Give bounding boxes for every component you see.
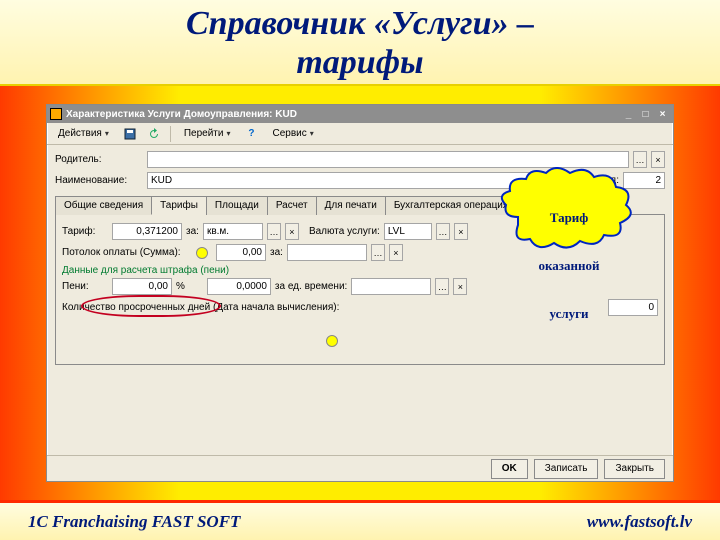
window-title: Характеристика Услуги Домоуправления: KU…: [66, 109, 297, 120]
percent-sign: %: [176, 281, 185, 292]
chevron-down-icon: ▾: [310, 129, 314, 138]
ceiling-marker-icon: [196, 247, 208, 259]
tab-calc[interactable]: Расчет: [267, 196, 317, 215]
maximize-button[interactable]: □: [638, 108, 653, 121]
tab-print[interactable]: Для печати: [316, 196, 386, 215]
toolbar-refresh-icon[interactable]: [144, 125, 164, 143]
tab-general[interactable]: Общие сведения: [55, 196, 152, 215]
peni-per-label: за ед. времени:: [275, 281, 347, 292]
ceiling-unit-field[interactable]: [287, 244, 367, 261]
currency-clear[interactable]: ×: [454, 223, 468, 240]
tab-tariffs[interactable]: Тарифы: [151, 196, 207, 215]
window-footer: OK Записать Закрыть: [47, 455, 673, 481]
parent-lookup-button[interactable]: …: [633, 151, 647, 168]
tariff-per-label: за:: [186, 226, 199, 237]
tariff-unit-clear[interactable]: ×: [285, 223, 299, 240]
slide-title: Справочник «Услуги» – тарифы: [0, 0, 720, 86]
peni-timeunit-clear[interactable]: ×: [453, 278, 467, 295]
tab-areas[interactable]: Площади: [206, 196, 268, 215]
slide-title-line1: Справочник «Услуги» –: [0, 4, 720, 43]
peni-amount-field[interactable]: [207, 278, 271, 295]
name-label: Наименование:: [55, 175, 143, 186]
tariff-unit-lookup[interactable]: …: [267, 223, 281, 240]
ceiling-value-field[interactable]: [216, 244, 266, 261]
tariff-label: Тариф:: [62, 226, 108, 237]
peni-label: Пени:: [62, 281, 108, 292]
peni-timeunit-lookup[interactable]: …: [435, 278, 449, 295]
ceiling-per-label: за:: [270, 247, 283, 258]
parent-field[interactable]: [147, 151, 629, 168]
peni-timeunit-field[interactable]: [351, 278, 431, 295]
ceiling-label: Потолок оплаты (Сумма):: [62, 247, 192, 258]
callout-tariff: Тариф оказанной услуги: [504, 175, 634, 322]
minimize-button[interactable]: _: [621, 108, 636, 121]
save-icon: [124, 128, 136, 140]
tariff-field[interactable]: [112, 223, 182, 240]
footer-left: 1C Franchaising FAST SOFT: [28, 512, 240, 532]
toolbar: Действия ▾ Перейти ▾ ? Сервис ▾: [47, 123, 673, 145]
parent-clear-button[interactable]: ×: [651, 151, 665, 168]
tariff-unit-field[interactable]: [203, 223, 263, 240]
app-window: Характеристика Услуги Домоуправления: KU…: [46, 104, 674, 482]
chevron-down-icon: ▾: [105, 129, 109, 138]
help-icon: ?: [248, 128, 254, 139]
actions-menu[interactable]: Действия ▾: [51, 125, 116, 143]
ok-button[interactable]: OK: [491, 459, 528, 479]
toolbar-save-icon[interactable]: [120, 125, 140, 143]
annotation-dot: [326, 335, 338, 347]
currency-label: Валюта услуги:: [309, 226, 380, 237]
go-menu[interactable]: Перейти ▾: [177, 125, 238, 143]
slide-footer: 1C Franchaising FAST SOFT www.fastsoft.l…: [0, 500, 720, 540]
tab-content: Тариф: за: … × Валюта услуги: … × Потоло…: [55, 215, 665, 365]
highlight-oval: [81, 295, 221, 317]
ceiling-unit-clear[interactable]: ×: [389, 244, 403, 261]
slide-title-line2: тарифы: [0, 43, 720, 82]
form-body: Родитель: … × Наименование: Код: Общие с…: [47, 145, 673, 369]
service-menu[interactable]: Сервис ▾: [265, 125, 320, 143]
footer-right: www.fastsoft.lv: [587, 512, 692, 532]
toolbar-help-icon[interactable]: ?: [241, 125, 261, 143]
currency-field[interactable]: [384, 223, 432, 240]
save-button[interactable]: Записать: [534, 459, 599, 479]
currency-lookup[interactable]: …: [436, 223, 450, 240]
close-window-button[interactable]: Закрыть: [604, 459, 665, 479]
parent-label: Родитель:: [55, 154, 143, 165]
peni-percent-field[interactable]: [112, 278, 172, 295]
titlebar: Характеристика Услуги Домоуправления: KU…: [47, 105, 673, 123]
chevron-down-icon: ▾: [226, 129, 230, 138]
app-icon: [50, 108, 62, 120]
close-button[interactable]: ×: [655, 108, 670, 121]
refresh-icon: [148, 128, 160, 140]
ceiling-unit-lookup[interactable]: …: [371, 244, 385, 261]
